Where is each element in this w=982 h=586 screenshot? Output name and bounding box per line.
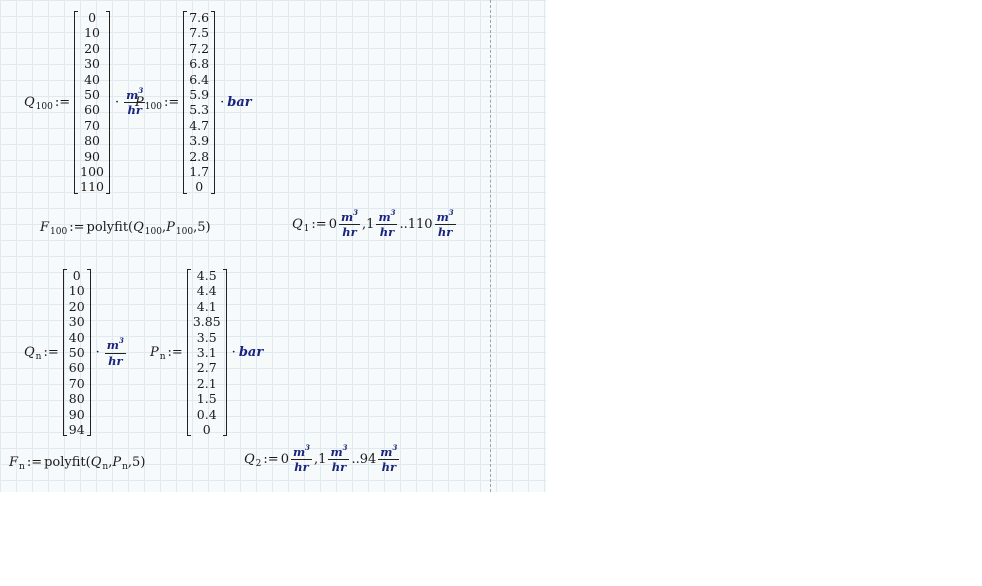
matrix-cell[interactable]: 2.1 <box>197 376 217 391</box>
matrix-cell[interactable]: 0.4 <box>197 407 217 422</box>
page-break-line <box>490 0 491 492</box>
assign-operator: := <box>54 94 71 110</box>
matrix-cell[interactable]: 7.2 <box>189 41 209 56</box>
variable-name: Qn <box>24 345 42 363</box>
matrix-cell[interactable]: 3.1 <box>197 345 217 360</box>
matrix-cell[interactable]: 70 <box>69 376 85 391</box>
range-step: 1 <box>318 451 327 467</box>
range-end: 94 <box>359 451 377 467</box>
matrix-cell[interactable]: 5.9 <box>189 87 209 102</box>
p100-definition[interactable]: P100 := 7.6 7.5 7.2 6.8 6.4 5.9 5.3 4.7 3.9 2.8 1.… <box>135 10 252 195</box>
variable-name: Q100 <box>24 94 53 112</box>
matrix-cell[interactable]: 20 <box>84 41 100 56</box>
variable-name: P100 <box>135 94 162 112</box>
variable-letter: Q <box>244 451 255 467</box>
matrix-cell[interactable]: 0 <box>73 268 81 283</box>
matrix-cell[interactable]: 40 <box>69 330 85 345</box>
matrix-cell[interactable]: 4.5 <box>197 268 217 283</box>
unit-m3-per-hr: m3 hr <box>338 208 361 240</box>
matrix-cell[interactable]: 1.5 <box>197 391 217 406</box>
qn-definition[interactable]: Qn := 0 10 20 30 40 50 60 70 80 90 94 · m3 hr <box>24 268 128 437</box>
mathcad-worksheet[interactable]: Q100 := 0 10 20 30 40 50 60 70 80 90 100 110 · m3 hr… <box>0 0 546 492</box>
multiply-dot: · <box>95 345 100 361</box>
matrix-cell[interactable]: 70 <box>84 118 100 133</box>
matrix-cell[interactable]: 30 <box>84 56 100 71</box>
matrix-cell[interactable]: 0 <box>203 422 211 437</box>
assign-operator: := <box>163 94 180 110</box>
fn-polyfit[interactable]: Fn := polyfit ( Qn, Pn, 5) <box>9 455 145 472</box>
matrix-cell[interactable]: 60 <box>84 102 100 117</box>
matrix-cell[interactable]: 0 <box>195 179 203 194</box>
matrix-cell[interactable]: 4.4 <box>197 283 217 298</box>
matrix-cell[interactable]: 6.8 <box>189 56 209 71</box>
matrix-cell[interactable]: 5.3 <box>189 102 209 117</box>
qn-matrix[interactable]: 0 10 20 30 40 50 60 70 80 90 94 <box>62 268 91 437</box>
q2-range-definition[interactable]: Q2:= 0 m3 hr, 1 m3 hr.. 94 m3 hr <box>244 443 401 475</box>
matrix-cell[interactable]: 7.5 <box>189 25 209 40</box>
matrix-cell[interactable]: 80 <box>84 133 100 148</box>
assign-operator: := <box>43 345 59 361</box>
assign-operator: := <box>167 345 183 361</box>
matrix-cell[interactable]: 80 <box>69 391 85 406</box>
q100-matrix[interactable]: 0 10 20 30 40 50 60 70 80 90 100 110 <box>74 10 110 195</box>
variable-name: Pn <box>150 345 166 363</box>
multiply-dot: · <box>220 94 225 110</box>
range-start: 0 <box>280 451 289 467</box>
matrix-cell[interactable]: 0 <box>88 10 96 25</box>
matrix-cell[interactable]: 10 <box>69 283 85 298</box>
variable-subscript: 2 <box>255 458 262 469</box>
matrix-cell[interactable]: 2.7 <box>197 360 217 375</box>
unit-m3-per-hr: m3 hr <box>434 208 456 240</box>
range-operator: .. <box>399 216 408 232</box>
unit-m3-per-hr: m3 hr <box>290 443 313 475</box>
multiply-dot: · <box>115 94 120 110</box>
f100-polyfit[interactable]: F100 := polyfit ( Q100, P100, 5) <box>40 220 211 237</box>
q1-range-definition[interactable]: Q1:= 0 m3 hr, 1 m3 hr.. 110 m3 hr <box>292 208 458 240</box>
range-operator: .. <box>351 451 360 467</box>
matrix-cell[interactable]: 3.5 <box>197 330 217 345</box>
matrix-cell[interactable]: 100 <box>80 164 104 179</box>
range-end: 110 <box>407 216 433 232</box>
matrix-cell[interactable]: 3.9 <box>189 133 209 148</box>
variable-subscript: 1 <box>303 223 310 234</box>
matrix-cell[interactable]: 30 <box>69 314 85 329</box>
matrix-cell[interactable]: 2.8 <box>189 149 209 164</box>
unit-bar: bar <box>227 94 252 110</box>
variable-name: Q1 <box>292 216 310 234</box>
matrix-cell[interactable]: 90 <box>69 407 85 422</box>
p100-matrix[interactable]: 7.6 7.5 7.2 6.8 6.4 5.9 5.3 4.7 3.9 2.8 1.7 0 <box>183 10 216 195</box>
assign-operator: := <box>311 216 327 232</box>
matrix-cell[interactable]: 40 <box>84 72 100 87</box>
matrix-cell[interactable]: 7.6 <box>189 10 209 25</box>
matrix-cell[interactable]: 50 <box>69 345 85 360</box>
unit-m3-per-hr: m3 hr <box>378 443 400 475</box>
matrix-cell[interactable]: 4.7 <box>189 118 209 133</box>
matrix-cell[interactable]: 3.85 <box>193 314 221 329</box>
unit-bar: bar <box>238 345 264 361</box>
pn-matrix[interactable]: 4.5 4.4 4.1 3.85 3.5 3.1 2.7 2.1 1.5 0.4 0 <box>186 268 227 437</box>
matrix-cell[interactable]: 60 <box>69 360 85 375</box>
matrix-cell[interactable]: 110 <box>80 179 104 194</box>
polyfit-function: polyfit <box>44 455 86 470</box>
matrix-cell[interactable]: 10 <box>84 25 100 40</box>
variable-letter: Q <box>292 216 303 232</box>
q100-definition[interactable]: Q100 := 0 10 20 30 40 50 60 70 80 90 100 110 · m3 hr <box>24 10 147 195</box>
assign-operator: := <box>263 451 279 467</box>
unit-m3-per-hr: m3 hr <box>328 443 350 475</box>
range-step: 1 <box>366 216 375 232</box>
unit-m3-per-hr: m3 hr <box>376 208 398 240</box>
matrix-cell[interactable]: 6.4 <box>189 72 209 87</box>
pn-definition[interactable]: Pn := 4.5 4.4 4.1 3.85 3.5 3.1 2.7 2.1 1.5 0.4 0 ·… <box>150 268 263 437</box>
unit-m3-per-hr: m3 hr <box>104 336 126 368</box>
matrix-cell[interactable]: 90 <box>84 149 100 164</box>
matrix-cell[interactable]: 4.1 <box>197 299 217 314</box>
variable-name: Q2 <box>244 451 262 469</box>
polyfit-function: polyfit <box>86 220 129 235</box>
matrix-cell[interactable]: 1.7 <box>189 164 209 179</box>
multiply-dot: · <box>231 345 236 361</box>
matrix-cell[interactable]: 50 <box>84 87 100 102</box>
matrix-cell[interactable]: 94 <box>69 422 85 437</box>
matrix-cell[interactable]: 20 <box>69 299 85 314</box>
range-start: 0 <box>328 216 337 232</box>
